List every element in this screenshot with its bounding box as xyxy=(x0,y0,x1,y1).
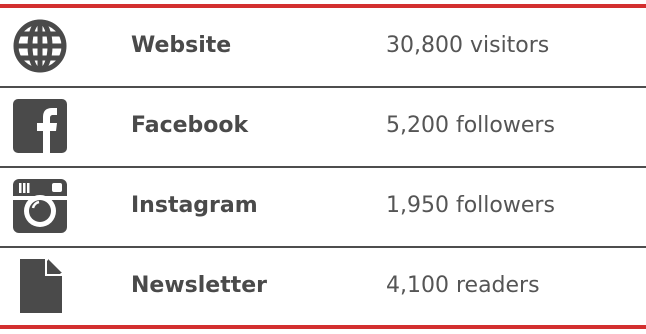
table-row-instagram: Instagram 1,950 followers xyxy=(0,168,646,244)
facebook-icon xyxy=(13,99,67,153)
document-icon xyxy=(20,259,62,313)
channel-name: Newsletter xyxy=(131,273,268,298)
bottom-red-rule xyxy=(0,325,646,329)
channel-name: Facebook xyxy=(131,113,249,138)
channel-name: Instagram xyxy=(131,193,258,218)
channel-value: 30,800 visitors xyxy=(386,33,550,58)
instagram-icon xyxy=(13,179,67,233)
channel-stats-table: Website 30,800 visitors Facebook 5,200 f… xyxy=(0,0,646,334)
channel-value: 4,100 readers xyxy=(386,273,540,298)
channel-value: 1,950 followers xyxy=(386,193,555,218)
table-row-facebook: Facebook 5,200 followers xyxy=(0,88,646,164)
table-row-newsletter: Newsletter 4,100 readers xyxy=(0,248,646,324)
table-row-website: Website 30,800 visitors xyxy=(0,8,646,84)
channel-value: 5,200 followers xyxy=(386,113,555,138)
globe-icon xyxy=(13,19,67,73)
channel-name: Website xyxy=(131,33,232,58)
